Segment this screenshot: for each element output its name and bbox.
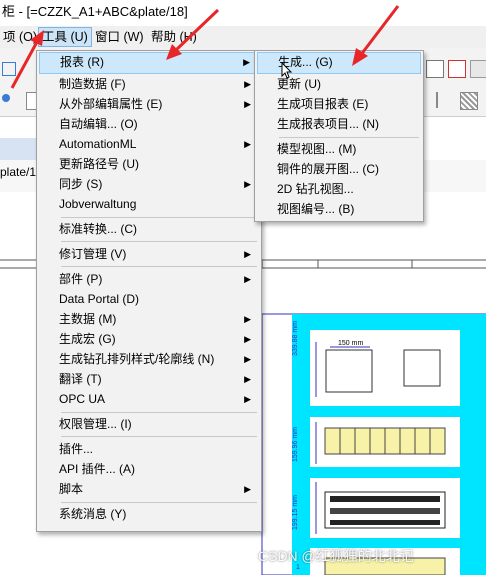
watermark-text: CSDN @红狐狸的北北记 <box>258 548 414 564</box>
annotation-arrows <box>10 5 400 89</box>
annotation-arrow-icon <box>352 5 400 66</box>
annotation-arrow-icon <box>166 8 220 60</box>
annotation-arrow-icon <box>10 30 44 89</box>
